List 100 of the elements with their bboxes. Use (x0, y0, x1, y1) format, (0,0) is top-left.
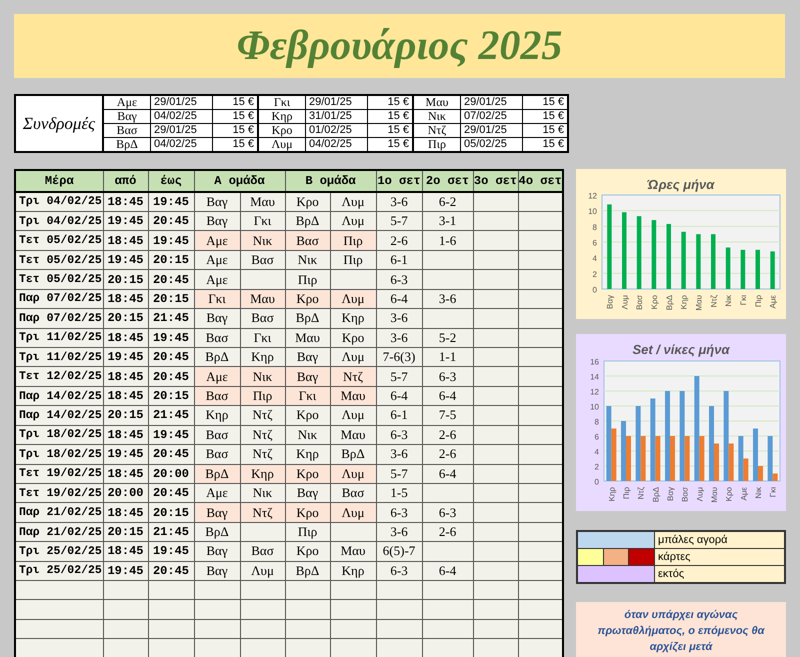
table-cell: Βασ (285, 230, 330, 250)
table-cell: Βασ (194, 328, 240, 348)
column-header: έως (148, 170, 194, 192)
table-cell: 3-6 (376, 328, 422, 348)
table-cell: 18:45 (103, 502, 148, 522)
table-cell: 1-6 (422, 230, 474, 250)
table-cell: 21:45 (148, 522, 194, 542)
table-cell: 2-6 (422, 444, 474, 464)
table-cell: 19:45 (148, 192, 194, 212)
table-cell: 20:45 (148, 366, 194, 386)
table-cell: Λυμ (240, 561, 286, 581)
table-cell: 6-3 (422, 502, 474, 522)
table-cell: Κηρ (258, 110, 306, 124)
table-cell: 5-7 (376, 366, 422, 386)
table-cell: Ντζ (330, 366, 376, 386)
axis-label: Βαγ (666, 487, 676, 501)
table-cell: Νικ (285, 425, 330, 445)
table-cell: Λυμ (330, 406, 376, 426)
table-cell: Τετ 05/02/25 (15, 270, 103, 290)
axis-label: Μαυ (710, 487, 720, 503)
table-cell: 6-4 (422, 561, 474, 581)
table-cell: 6-3 (376, 425, 422, 445)
table-cell: Κρο (285, 542, 330, 562)
table-cell: 15 € (522, 110, 568, 124)
table-cell: Κρο (285, 464, 330, 484)
table-cell: Κρο (285, 502, 330, 522)
table-cell: 20:15 (148, 250, 194, 270)
table-cell: 18:45 (103, 328, 148, 348)
bar (740, 250, 746, 289)
table-cell: Βασ (240, 542, 286, 562)
table-cell: Πιρ (285, 522, 330, 542)
table-cell: Λυμ (330, 192, 376, 212)
table-cell: Αμε (194, 270, 240, 290)
table-cell: 19:45 (148, 230, 194, 250)
bar (711, 234, 716, 289)
table-cell: Πιρ (413, 138, 460, 152)
table-cell: Βασ (240, 308, 286, 328)
bar (681, 232, 686, 289)
tick-label: 8 (592, 222, 598, 232)
table-cell: Βαγ (103, 110, 150, 124)
axis-label: Μαυ (694, 295, 704, 311)
table-cell: Πιρ (240, 386, 286, 406)
axis-label: ΒρΔ (651, 487, 660, 502)
table-cell: Τρι 04/02/25 (15, 192, 103, 212)
table-cell: Κρο (285, 406, 330, 426)
table-cell: 6-1 (376, 250, 422, 270)
tick-label: 0 (592, 286, 598, 294)
table-cell: Αμε (194, 250, 240, 270)
table-cell: 29/01/25 (150, 95, 212, 110)
table-cell: 19:45 (103, 348, 148, 367)
table-cell: Ντζ (413, 124, 460, 138)
table-cell: 19:45 (103, 444, 148, 464)
table-cell: 19:45 (103, 561, 148, 581)
table-cell: Αμε (194, 230, 240, 250)
table-cell: 20:15 (148, 289, 194, 309)
table-cell: Παρ 07/02/25 (15, 289, 103, 309)
table-cell: Κρο (258, 124, 306, 138)
axis-label: Γκι (768, 487, 778, 498)
axis-label: Κρο (650, 295, 659, 310)
column-header: Μέρα (15, 170, 103, 192)
table-cell: 15 € (212, 124, 258, 138)
axis-label: Ντζ (709, 295, 718, 308)
table-cell: 01/02/25 (306, 124, 368, 138)
table-cell: 19:45 (103, 250, 148, 270)
bar (726, 247, 730, 289)
table-cell: 5-2 (422, 328, 474, 348)
table-cell: ΒρΔ (194, 464, 240, 484)
table-cell: 21:45 (148, 308, 194, 328)
table-cell: 1-1 (422, 348, 474, 367)
table-cell: 20:15 (148, 386, 194, 406)
table-cell: Μαυ (285, 328, 330, 348)
column-header: 1ο σετ (376, 170, 422, 192)
table-cell: ΒρΔ (285, 308, 330, 328)
table-cell: Βασ (240, 250, 286, 270)
table-cell: Βαγ (194, 308, 240, 328)
table-cell: Μαυ (330, 542, 376, 562)
table-cell: 19:45 (148, 425, 194, 445)
table-cell: 6-1 (376, 406, 422, 426)
table-cell: 04/02/25 (150, 110, 212, 124)
table-cell: 18:45 (103, 192, 148, 212)
axis-label: Κηρ (607, 487, 616, 502)
table-cell: 6-4 (422, 386, 474, 406)
axis-label: Νικ (724, 295, 734, 307)
table-cell: 18:45 (103, 464, 148, 484)
table-cell: 20:45 (148, 212, 194, 231)
table-cell: Τετ 05/02/25 (15, 230, 103, 250)
table-cell: ΒρΔ (285, 561, 330, 581)
table-cell: 6-4 (422, 464, 474, 484)
tick-label: 12 (588, 192, 598, 200)
table-cell: Παρ 21/02/25 (15, 502, 103, 522)
table-cell: ΒρΔ (194, 522, 240, 542)
tick-label: 4 (594, 448, 600, 456)
table-cell: 5-7 (376, 212, 422, 231)
table-cell: Αμε (194, 366, 240, 386)
table-cell: 18:45 (103, 366, 148, 386)
table-cell: Βασ (194, 386, 240, 406)
table-cell: Μαυ (330, 425, 376, 445)
sheet-title: Φεβρουάριος 2025 (14, 14, 785, 78)
table-cell: 6(5)-7 (376, 542, 422, 562)
axis-label: Λυμ (620, 295, 630, 310)
